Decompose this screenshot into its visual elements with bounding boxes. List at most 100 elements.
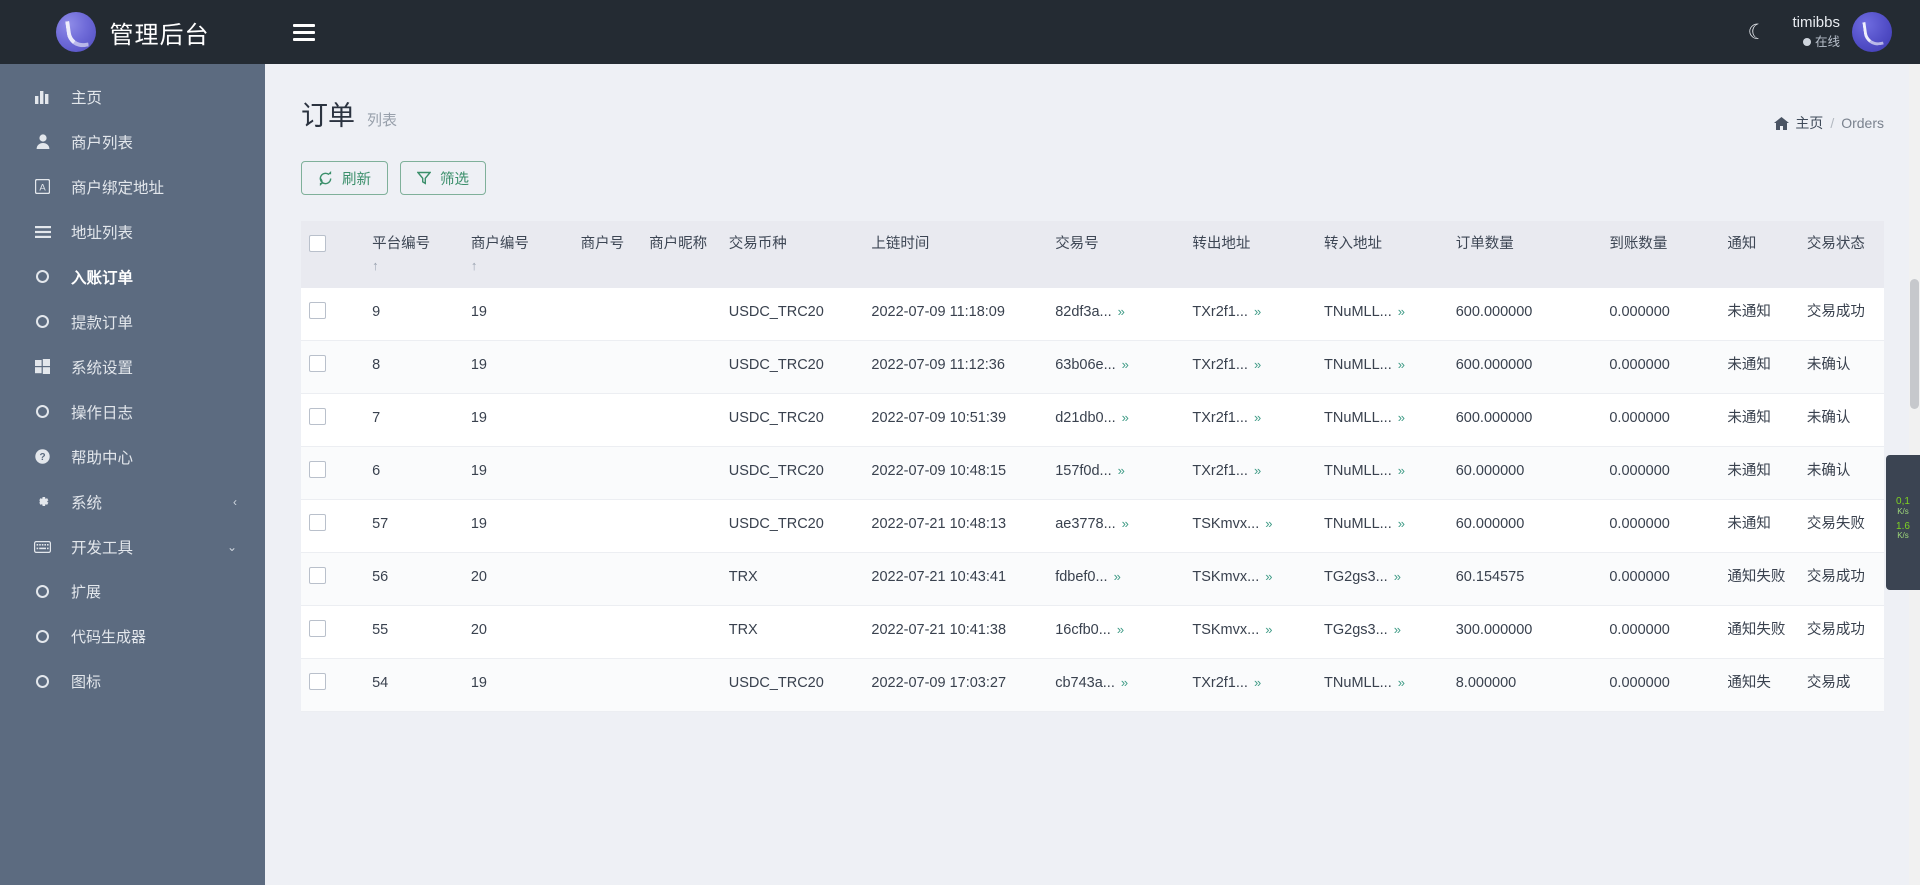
column-header-received-amount[interactable]: 到账数量: [1601, 221, 1720, 289]
network-speed-widget[interactable]: 0,1 K/s 1.6 K/s: [1886, 455, 1920, 590]
user-menu[interactable]: timibbs 在线: [1792, 12, 1892, 52]
double-chevron-down-icon[interactable]: »: [1121, 675, 1128, 690]
column-header-chain-time[interactable]: 上链时间: [863, 221, 1048, 289]
double-chevron-down-icon[interactable]: »: [1398, 675, 1405, 690]
column-header-tx-id[interactable]: 交易号: [1047, 221, 1185, 289]
sidebar-item-incoming-orders[interactable]: 入账订单: [0, 254, 265, 299]
cell-received-amount: 0.000000: [1601, 658, 1720, 713]
checkbox-icon[interactable]: [309, 673, 326, 691]
double-chevron-down-icon[interactable]: »: [1254, 304, 1261, 319]
double-chevron-down-icon[interactable]: »: [1394, 622, 1401, 637]
column-header-merchant-id[interactable]: 商户编号 ↑: [462, 221, 573, 289]
table-row[interactable]: 6 19 USDC_TRC20 2022-07-09 10:48:15 157f0d..…: [301, 446, 1884, 501]
cell-merchant-no: [572, 499, 642, 554]
checkbox-icon[interactable]: [309, 514, 326, 532]
cell-received-amount: 0.000000: [1601, 446, 1720, 501]
checkbox-icon[interactable]: [309, 408, 326, 426]
double-chevron-down-icon[interactable]: »: [1254, 410, 1261, 425]
sidebar-item-help-center[interactable]: ? 帮助中心: [0, 434, 265, 479]
circle-icon: [34, 583, 51, 600]
sidebar-item-merchant-bind-address[interactable]: A 商户绑定地址: [0, 164, 265, 209]
double-chevron-down-icon[interactable]: »: [1122, 516, 1129, 531]
double-chevron-down-icon[interactable]: »: [1254, 675, 1261, 690]
table-row[interactable]: 9 19 USDC_TRC20 2022-07-09 11:18:09 82df3a..…: [301, 288, 1884, 342]
table-row[interactable]: 7 19 USDC_TRC20 2022-07-09 10:51:39 d21db0..…: [301, 393, 1884, 448]
double-chevron-down-icon[interactable]: »: [1394, 569, 1401, 584]
double-chevron-down-icon[interactable]: »: [1117, 622, 1124, 637]
cell-platform-id-value: 57: [372, 516, 389, 533]
double-chevron-down-icon[interactable]: »: [1122, 410, 1129, 425]
checkbox-icon[interactable]: [309, 567, 326, 585]
table-row[interactable]: 8 19 USDC_TRC20 2022-07-09 11:12:36 63b06e..…: [301, 340, 1884, 395]
sidebar-item-home[interactable]: 主页: [0, 74, 265, 119]
double-chevron-down-icon[interactable]: »: [1118, 463, 1125, 478]
refresh-button[interactable]: 刷新: [301, 161, 388, 195]
sidebar-item-extensions[interactable]: 扩展: [0, 569, 265, 614]
checkbox-icon[interactable]: [309, 355, 326, 373]
double-chevron-down-icon[interactable]: »: [1254, 463, 1261, 478]
sidebar-item-system[interactable]: 系统 ‹: [0, 479, 265, 524]
double-chevron-down-icon[interactable]: »: [1398, 516, 1405, 531]
filter-label: 筛选: [440, 171, 469, 188]
double-chevron-down-icon[interactable]: »: [1398, 410, 1405, 425]
column-header-platform-id[interactable]: 平台编号 ↑: [364, 221, 463, 289]
table-row[interactable]: 54 19 USDC_TRC20 2022-07-09 17:03:27 cb743a.…: [301, 658, 1884, 713]
double-chevron-down-icon[interactable]: »: [1398, 304, 1405, 319]
double-chevron-down-icon[interactable]: »: [1265, 516, 1272, 531]
column-header-notify[interactable]: 通知: [1719, 221, 1799, 289]
column-header-merchant-nick[interactable]: 商户昵称: [641, 221, 721, 289]
brand-header[interactable]: 管理后台: [0, 0, 265, 64]
moon-icon[interactable]: ☾: [1748, 22, 1767, 43]
checkbox-icon[interactable]: [309, 461, 326, 479]
row-select-cell: [301, 393, 365, 448]
cell-to-address: TNuMLL... »: [1316, 658, 1448, 713]
cell-status: 交易成功: [1798, 552, 1884, 607]
table-row[interactable]: 56 20 TRX 2022-07-21 10:43:41 fdbef0...» TSKm…: [301, 552, 1884, 607]
filter-button[interactable]: 筛选: [400, 161, 486, 195]
cell-merchant-no: [572, 605, 642, 660]
main-area: ☾ timibbs 在线 订单 列表 主页 / Orders 刷新 筛选 平台编…: [265, 0, 1920, 885]
column-header-currency[interactable]: 交易币种: [720, 221, 864, 289]
sidebar-item-label: 代码生成器: [71, 629, 147, 646]
column-header-from-address[interactable]: 转出地址: [1184, 221, 1317, 289]
hamburger-menu-icon[interactable]: [293, 20, 315, 45]
scrollbar-thumb[interactable]: [1910, 279, 1919, 409]
checkbox-icon[interactable]: [309, 620, 326, 638]
toolbar: 刷新 筛选: [301, 161, 1884, 195]
checkbox-icon[interactable]: [309, 302, 326, 320]
sidebar-item-address-list[interactable]: 地址列表: [0, 209, 265, 254]
sidebar-item-icons[interactable]: 图标: [0, 659, 265, 704]
sidebar-item-operation-log[interactable]: 操作日志: [0, 389, 265, 434]
cell-to-address-value: TNuMLL...: [1324, 357, 1392, 374]
double-chevron-down-icon[interactable]: »: [1265, 622, 1272, 637]
sidebar-item-system-settings[interactable]: 系统设置: [0, 344, 265, 389]
column-header-status[interactable]: 交易状态: [1798, 221, 1884, 289]
topbar-right: ☾ timibbs 在线: [1748, 12, 1892, 52]
checkbox-icon[interactable]: [309, 235, 326, 252]
breadcrumb-home[interactable]: 主页: [1774, 113, 1823, 133]
table-row[interactable]: 55 20 TRX 2022-07-21 10:41:38 16cfb0...» TSKm…: [301, 605, 1884, 660]
table-row[interactable]: 57 19 USDC_TRC20 2022-07-21 10:48:13 ae3778.…: [301, 499, 1884, 554]
double-chevron-down-icon[interactable]: »: [1122, 357, 1129, 372]
double-chevron-down-icon[interactable]: »: [1398, 357, 1405, 372]
double-chevron-down-icon[interactable]: »: [1265, 569, 1272, 584]
table-body: 9 19 USDC_TRC20 2022-07-09 11:18:09 82df3a..…: [301, 288, 1884, 713]
sidebar-item-withdraw-orders[interactable]: 提款订单: [0, 299, 265, 344]
sort-asc-icon[interactable]: ↑: [471, 257, 565, 275]
double-chevron-down-icon[interactable]: »: [1114, 569, 1121, 584]
sidebar-item-code-generator[interactable]: 代码生成器: [0, 614, 265, 659]
row-select-cell: [301, 605, 365, 660]
sidebar-item-merchant-list[interactable]: 商户列表: [0, 119, 265, 164]
cell-to-address-value: TNuMLL...: [1324, 304, 1392, 321]
cell-currency: TRX: [720, 605, 864, 660]
column-header-to-address[interactable]: 转入地址: [1316, 221, 1448, 289]
double-chevron-down-icon[interactable]: »: [1254, 357, 1261, 372]
avatar[interactable]: [1852, 12, 1892, 52]
sort-asc-icon[interactable]: ↑: [372, 257, 455, 275]
double-chevron-down-icon[interactable]: »: [1118, 304, 1125, 319]
sidebar-item-dev-tools[interactable]: 开发工具 ⌄: [0, 524, 265, 569]
column-header-merchant-no[interactable]: 商户号: [572, 221, 642, 289]
column-header-order-amount[interactable]: 订单数量: [1447, 221, 1602, 289]
double-chevron-down-icon[interactable]: »: [1398, 463, 1405, 478]
user-info: timibbs 在线: [1792, 13, 1840, 50]
